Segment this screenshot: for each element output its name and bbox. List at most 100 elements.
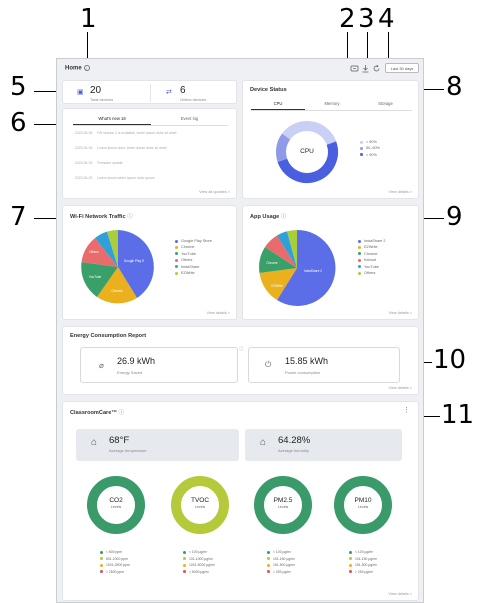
legend-label: 50–90% — [366, 146, 380, 151]
tvoc-legend: < 100 μg/m³ 101-1000 μg/m³ 1001-5000 μg/… — [183, 549, 215, 575]
humidity-box: ⌂ 64.28% Average humidity — [245, 429, 402, 461]
view-details-link[interactable]: View details > — [389, 592, 412, 596]
legend-dot — [358, 239, 361, 243]
tab-whats-new[interactable]: What's new 18 — [73, 113, 151, 125]
annotated-screenshot: 1 2 3 4 5 6 7 8 9 10 11 Home i Last 30 da… — [0, 0, 485, 603]
device-status-card: Device Status CPU Memory Storage CPU < 5… — [242, 80, 419, 199]
info-icon[interactable]: i — [83, 65, 90, 71]
tvoc-ring-label: TVOC Levels — [180, 497, 220, 509]
wifi-legend: Google Play Store Chrome YouTube Others … — [175, 238, 212, 276]
legend-label: 151-500 μg/m³ — [355, 563, 378, 568]
co2-ring-label: CO2 Levels — [96, 497, 136, 509]
event-date: 2023-06-03 — [75, 161, 93, 165]
legend-item: 1001-2500 ppm — [100, 562, 130, 569]
divider — [150, 84, 151, 102]
pie-label-youtube: YouTube — [89, 275, 102, 279]
events-tabs: What's new 18 Event log — [73, 113, 228, 126]
view-all-updates-link[interactable]: View all updates > — [199, 190, 230, 194]
callout-7: 7 — [10, 202, 27, 232]
app-usage-pie-chart: InstaShare 2 EZWrite Chrome — [259, 229, 336, 306]
temperature-value: 68°F — [109, 435, 130, 446]
group-icon[interactable] — [350, 64, 359, 73]
temperature-box: ⌂ 68°F Average temperature — [76, 429, 239, 461]
tab-memory[interactable]: Memory — [305, 98, 359, 110]
callout-9: 9 — [446, 202, 463, 232]
energy-saved-label: Energy Saved — [117, 370, 143, 375]
callout-11: 11 — [441, 400, 475, 430]
legend-label: Chrome — [364, 251, 378, 256]
refresh-icon[interactable] — [372, 64, 381, 73]
energy-saved-value: 26.9 kWh — [117, 356, 156, 366]
tab-storage[interactable]: Storage — [359, 98, 412, 110]
legend-dot — [360, 153, 363, 157]
view-details-link[interactable]: View details > — [389, 190, 412, 194]
legend-label: 101-150 μg/m³ — [355, 556, 378, 561]
legend-item: 101-150 μg/m³ — [349, 556, 377, 563]
dashboard-frame: Home i Last 30 days ▣ 20 Total devices ⇄ … — [56, 58, 424, 603]
classroomcare-title-text: ClassroomCare™ — [70, 410, 117, 416]
info-icon[interactable]: ⓘ — [281, 214, 287, 220]
legend-item: < 100 μg/m³ — [267, 549, 295, 556]
info-icon[interactable]: ⓘ — [239, 346, 244, 352]
legend-item: Others — [358, 270, 386, 276]
legend-dot — [175, 239, 178, 243]
legend-label: 101-150 μg/m³ — [273, 556, 296, 561]
callout-3: 3 — [358, 4, 375, 34]
classroomcare-card: ClassroomCare™ ⓘ ⋮ ⌂ 68°F Average temper… — [62, 401, 419, 601]
event-row[interactable]: 2023-06-05 FW version 2 is available, lo… — [75, 131, 176, 135]
info-icon[interactable]: ⓘ — [119, 410, 125, 416]
total-devices-icon: ▣ — [77, 89, 84, 96]
legend-dot — [349, 570, 352, 574]
date-range-select[interactable]: Last 30 days — [385, 63, 419, 73]
event-text: Lorem ipsum dolor, lorem ipsum dolor sit… — [97, 146, 167, 150]
tab-cpu[interactable]: CPU — [251, 98, 305, 110]
legend-dot — [175, 252, 178, 256]
pm25-ring-label: PM2.5 Levels — [263, 497, 303, 509]
callout-1: 1 — [80, 4, 97, 34]
online-devices-count: 6 — [180, 85, 186, 96]
legend-label: Google Play Store — [181, 239, 212, 243]
legend-label: EZWrite — [181, 271, 195, 276]
event-row[interactable]: 2023-06-03 Firmware update — [75, 161, 123, 165]
legend-item: > 5000 μg/m³ — [183, 569, 215, 576]
event-text: Lorem ipsum lorem ipsum dolor ipsum — [97, 176, 155, 180]
tab-event-log[interactable]: Event log — [151, 113, 228, 125]
legend-dot — [349, 557, 352, 561]
humidity-label: Average humidity — [278, 448, 309, 453]
online-devices-label: Online devices — [180, 97, 207, 102]
view-details-link[interactable]: View details > — [389, 386, 412, 390]
legend-dot — [267, 557, 270, 561]
legend-dot — [349, 563, 352, 567]
legend-label: > 90% — [366, 152, 377, 157]
legend-dot — [183, 570, 186, 574]
legend-item: 101-1000 μg/m³ — [183, 556, 215, 563]
legend-label: < 600 ppm — [106, 550, 123, 554]
legend-dot — [100, 550, 103, 554]
energy-title: Energy Consumption Report — [70, 333, 147, 339]
pm10-ring-label: PM10 Levels — [343, 497, 383, 509]
leaf-icon: ⌀ — [99, 361, 104, 370]
legend-item: EZWrite — [175, 270, 212, 276]
more-options-icon[interactable]: ⋮ — [403, 406, 410, 414]
legend-dot — [358, 258, 361, 262]
humidity-house-icon: ⌂ — [260, 437, 267, 448]
view-details-link[interactable]: View details > — [389, 311, 412, 315]
legend-dot — [100, 570, 103, 574]
legend-dot — [267, 550, 270, 554]
legend-label: Kahoot — [364, 258, 377, 263]
pie-label-chrome: Chrome — [266, 261, 278, 265]
download-icon[interactable] — [361, 64, 370, 73]
callout-6: 6 — [10, 108, 27, 138]
event-row[interactable]: 2023-06-02 Lorem ipsum lorem ipsum dolor… — [75, 176, 155, 180]
info-icon[interactable]: ⓘ — [127, 214, 133, 220]
legend-item: 50–90% — [360, 145, 380, 151]
legend-label: EZWrite — [364, 245, 378, 250]
view-details-link[interactable]: View details > — [207, 311, 230, 315]
legend-label: > 250 μg/m³ — [355, 569, 374, 574]
legend-label: 1001-5000 μg/m³ — [189, 563, 215, 568]
classroomcare-title: ClassroomCare™ ⓘ — [70, 408, 124, 416]
event-row[interactable]: 2023-06-04 Lorem ipsum dolor, lorem ipsu… — [75, 146, 167, 150]
legend-dot — [360, 146, 363, 150]
event-text: FW version 2 is available, lorem ipsum d… — [97, 131, 177, 135]
app-usage-legend: InstaShare 2 EZWrite Chrome Kahoot YouTu… — [358, 238, 386, 276]
